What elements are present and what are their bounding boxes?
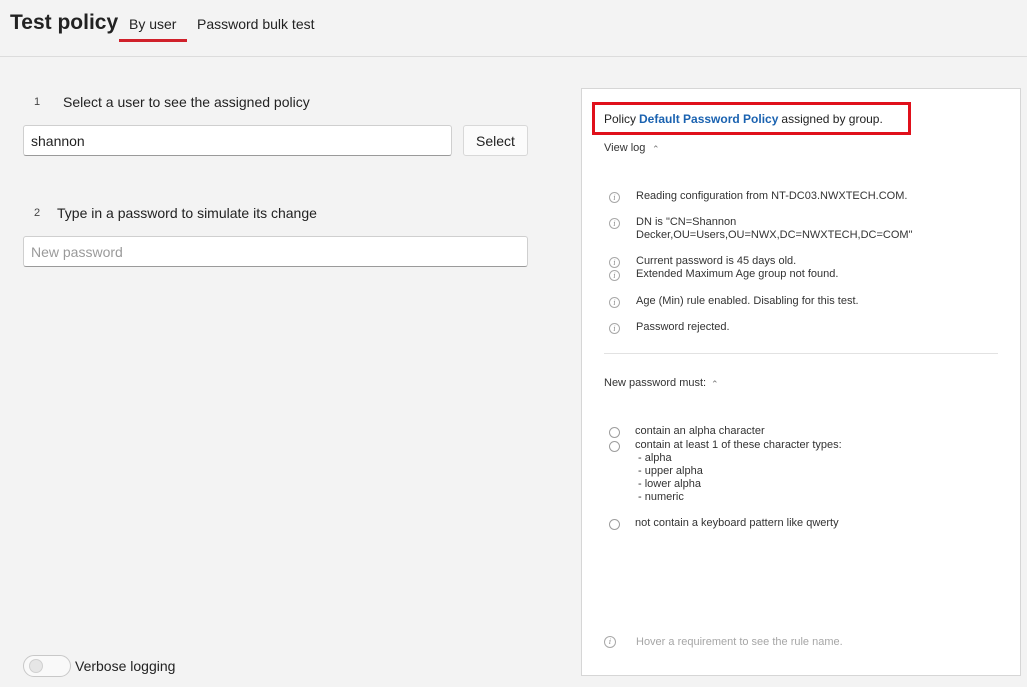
step-1-label: Select a user to see the assigned policy	[63, 94, 310, 110]
requirement-status-icon	[609, 519, 620, 530]
log-line: Age (Min) rule enabled. Disabling for th…	[636, 295, 859, 307]
chevron-up-icon[interactable]: ⌃	[711, 379, 719, 390]
requirement-subitem: - alpha	[638, 452, 672, 464]
policy-suffix: assigned by group.	[781, 111, 883, 126]
log-line: DN is "CN=Shannon	[636, 216, 737, 228]
divider	[604, 353, 998, 354]
verbose-logging-label: Verbose logging	[75, 658, 176, 674]
step-2-label: Type in a password to simulate its chang…	[57, 205, 317, 221]
policy-name-link[interactable]: Default Password Policy	[639, 112, 778, 126]
requirement-subitem: - upper alpha	[638, 465, 703, 477]
toggle-knob	[29, 659, 43, 673]
requirement-subitem: - lower alpha	[638, 478, 701, 490]
tab-password-bulk-test[interactable]: Password bulk test	[197, 16, 315, 32]
active-tab-indicator	[119, 39, 187, 42]
info-icon: i	[604, 636, 616, 648]
info-icon: i	[609, 257, 620, 268]
requirement-item[interactable]: not contain a keyboard pattern like qwer…	[635, 517, 839, 530]
requirements-toggle[interactable]: New password must:	[604, 377, 706, 389]
info-icon: i	[609, 218, 620, 229]
log-line: Current password is 45 days old.	[636, 255, 797, 267]
info-icon: i	[609, 270, 620, 281]
select-user-button[interactable]: Select	[463, 125, 528, 156]
log-line: Password rejected.	[636, 321, 730, 333]
log-line: Decker,OU=Users,OU=NWX,DC=NWXTECH,DC=COM…	[636, 229, 913, 241]
user-search-input[interactable]: shannon	[23, 125, 452, 156]
info-icon: i	[609, 323, 620, 334]
log-line: Reading configuration from NT-DC03.NWXTE…	[636, 190, 908, 202]
header: Test policy By user Password bulk test	[0, 0, 1027, 57]
assigned-policy-banner: Policy Default Password Policy assigned …	[592, 102, 911, 135]
view-log-toggle[interactable]: View log	[604, 142, 645, 154]
step-2-number: 2	[34, 207, 41, 219]
policy-prefix: Policy	[604, 111, 637, 126]
log-line: Extended Maximum Age group not found.	[636, 268, 839, 280]
requirement-status-icon	[609, 427, 620, 438]
new-password-input[interactable]: New password	[23, 236, 528, 267]
info-icon: i	[609, 297, 620, 308]
chevron-up-icon[interactable]: ⌃	[652, 144, 660, 155]
page-title: Test policy	[10, 11, 119, 34]
tab-by-user[interactable]: By user	[129, 16, 176, 32]
verbose-logging-toggle[interactable]	[23, 655, 71, 677]
hover-hint: Hover a requirement to see the rule name…	[636, 636, 843, 648]
info-icon: i	[609, 192, 620, 203]
requirement-item[interactable]: contain an alpha character	[635, 425, 765, 438]
step-1-number: 1	[34, 96, 41, 108]
requirement-item[interactable]: contain at least 1 of these character ty…	[635, 439, 842, 452]
requirement-subitem: - numeric	[638, 491, 684, 503]
requirement-status-icon	[609, 441, 620, 452]
